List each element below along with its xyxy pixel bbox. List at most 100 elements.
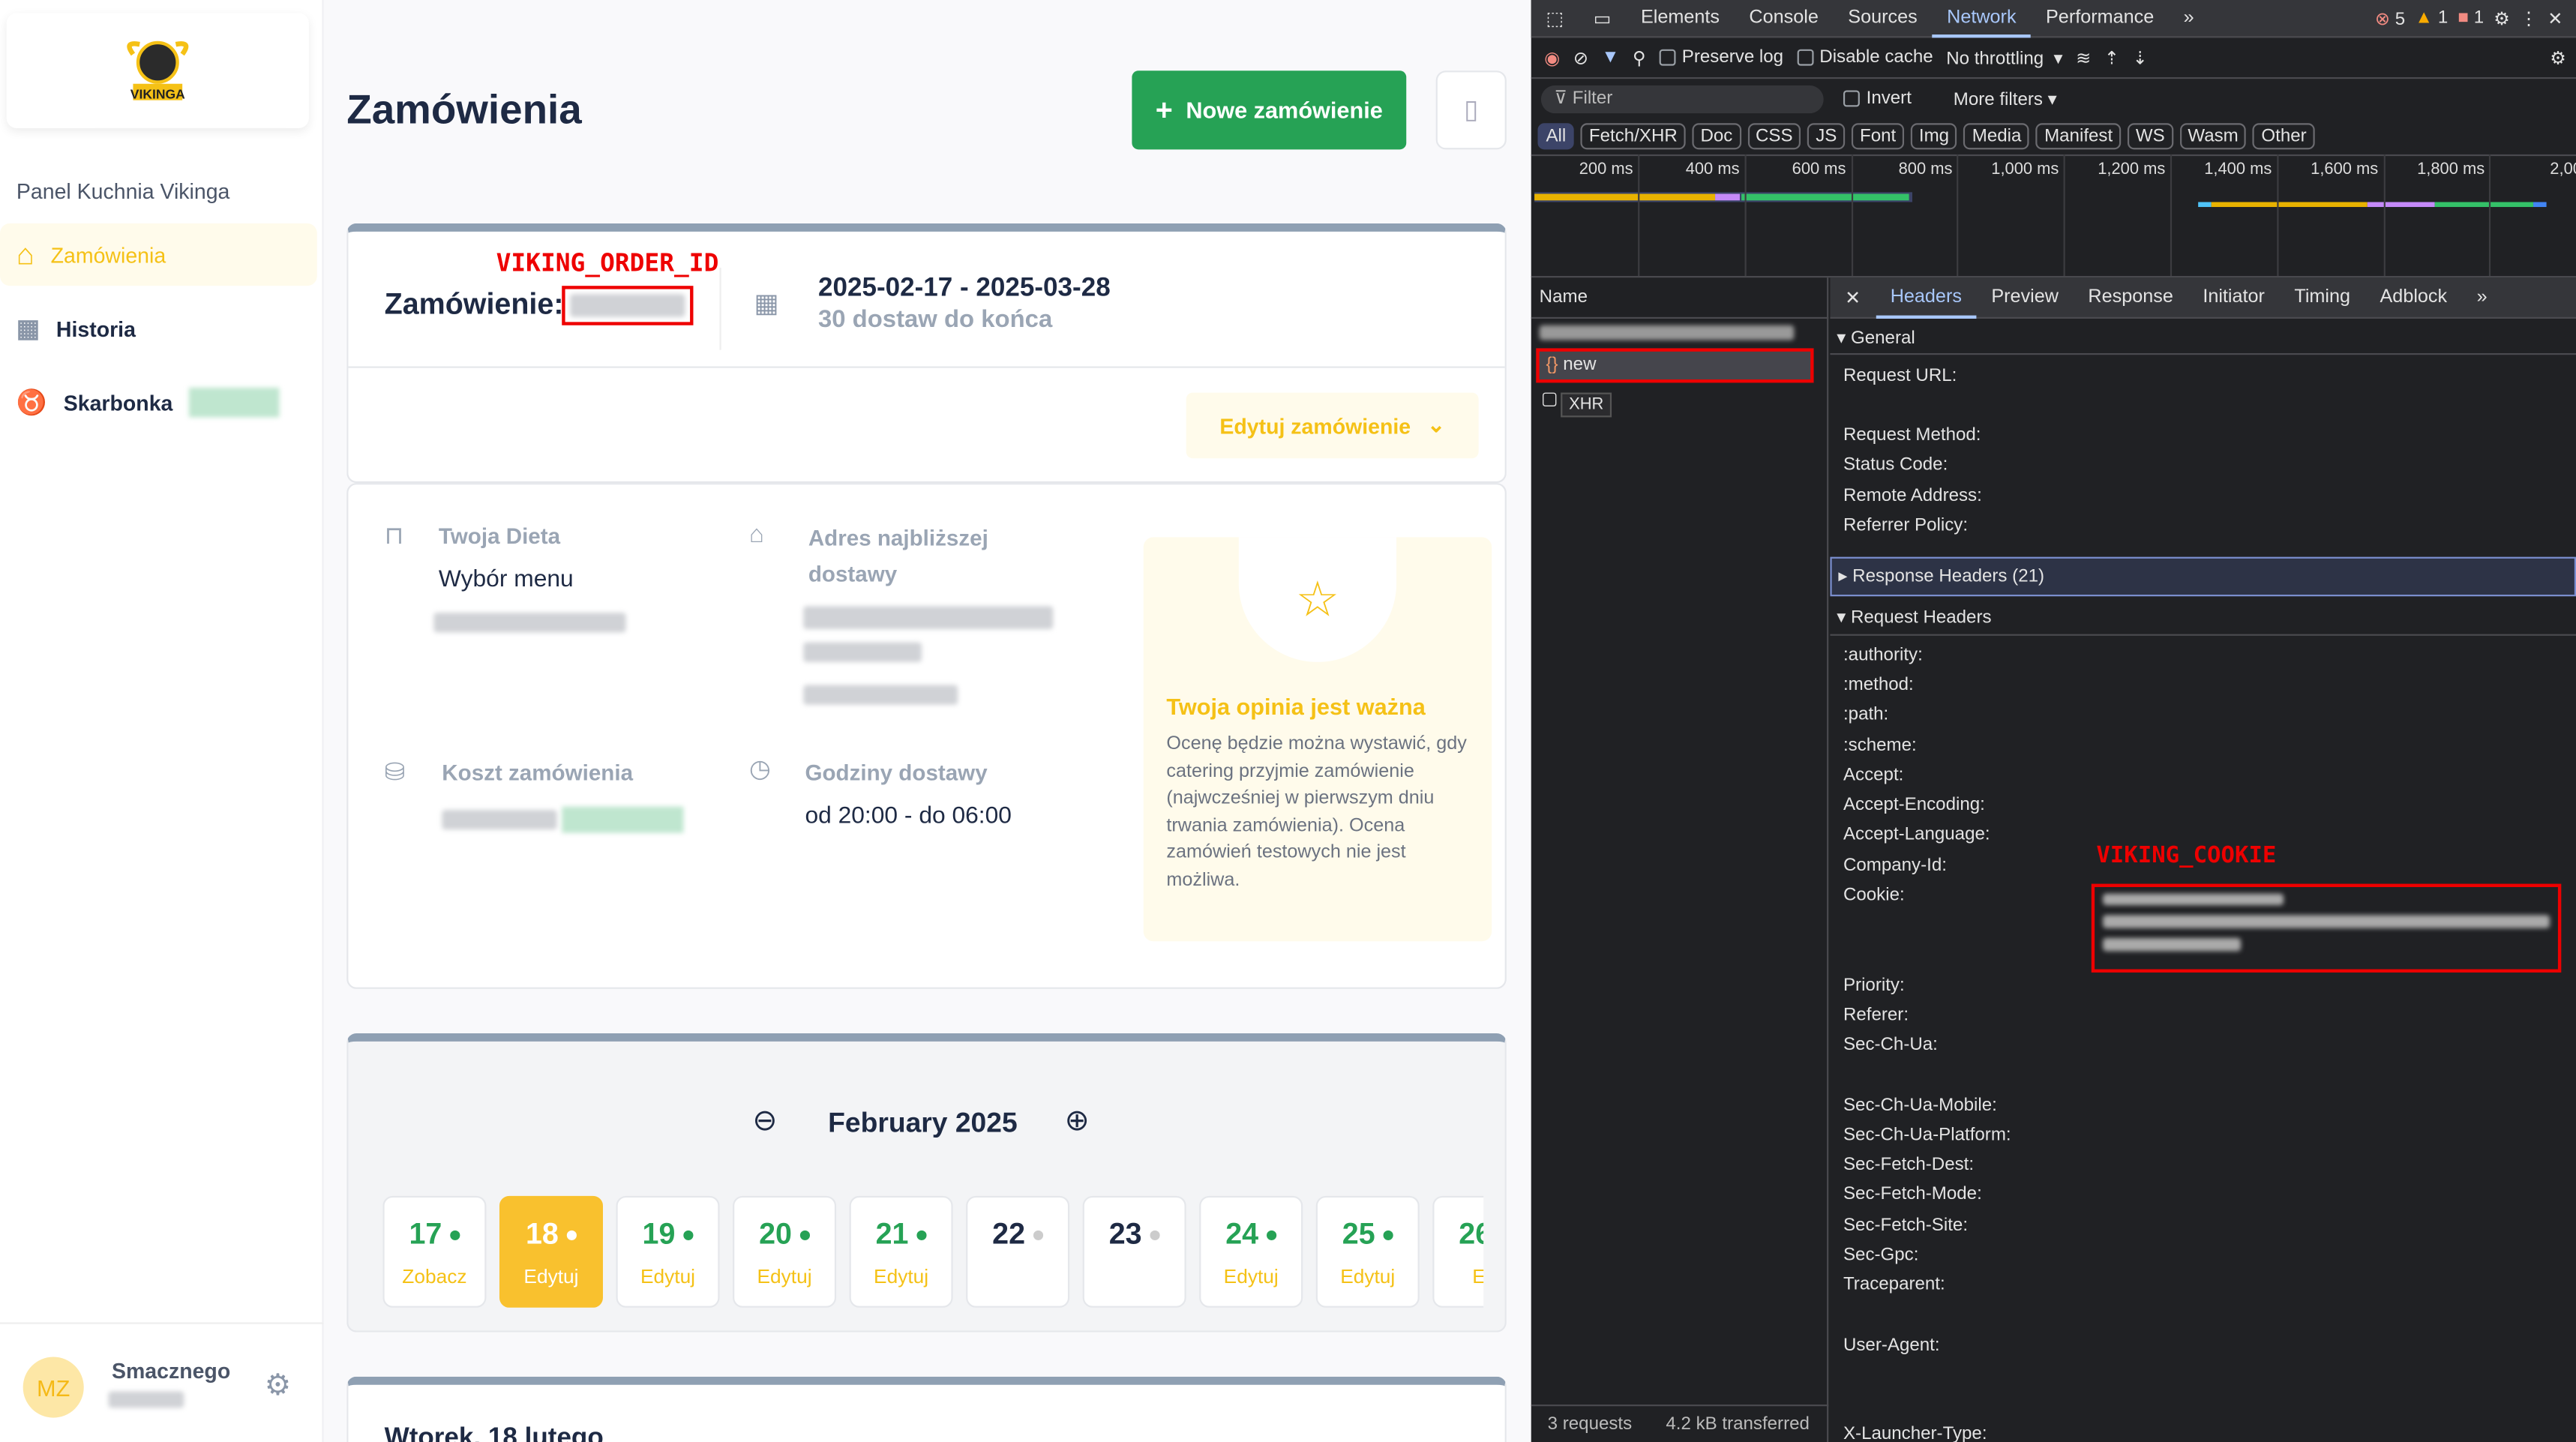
tab-timing[interactable]: Timing [2280,287,2365,307]
filter-input[interactable]: ⊽ Filter [1540,85,1824,114]
svg-text:VIKINGA: VIKINGA [130,86,185,101]
prev-month-button[interactable]: ⊖ [752,1104,777,1138]
tab-elements[interactable]: Elements [1626,8,1734,28]
preserve-log-checkbox[interactable]: Preserve log [1659,48,1783,67]
day-25[interactable]: 25 Edytuj [1315,1195,1420,1308]
day-18[interactable]: 18 Edytuj [499,1195,603,1308]
new-order-button[interactable]: + Nowe zamówienie [1132,70,1407,150]
tab-sources[interactable]: Sources [1834,8,1933,28]
day-action: Edytuj [640,1264,696,1288]
avatar[interactable]: MZ [22,1357,84,1418]
opinion-box: ☆ Twoja opinia jest ważna Ocenę będzie m… [1143,537,1492,942]
address-blurred [803,606,1054,630]
filter-type-css[interactable]: CSS [1747,123,1801,150]
request-count: 3 requests [1547,1414,1633,1435]
response-headers-section-toggle[interactable]: ▸ Response Headers (21) [1830,556,2576,597]
more-options-icon[interactable]: ⋮ [2520,7,2538,28]
status-dot [1267,1231,1277,1241]
invert-checkbox[interactable]: Invert [1843,88,1912,109]
record-icon[interactable]: ◉ [1544,46,1560,68]
tab-initiator[interactable]: Initiator [2188,287,2280,307]
devtools-tabs: ⬚ ▭ Elements Console Sources Network Per… [1531,0,2576,38]
more-filters-dropdown[interactable]: More filters ▾ [1954,88,2057,109]
filter-type-manifest[interactable]: Manifest [2036,123,2122,150]
day-action: Edytuj [1223,1264,1279,1288]
gear-icon[interactable]: ⚙ [265,1369,291,1403]
request-row-blurred[interactable] [1539,325,1795,340]
sidebar-item-orders[interactable]: ⌂ Zamówienia [0,223,317,286]
sidebar: VIKINGA Panel Kuchnia Vikinga ⌂ Zamówien… [0,0,324,1442]
xhr-icon: {} [1546,355,1558,375]
tab-headers[interactable]: Headers [1875,277,1977,318]
network-settings-icon[interactable]: ⚙ [2550,46,2576,68]
bag-button[interactable]: ▯ [1435,70,1507,150]
filter-type-all[interactable]: All [1537,123,1575,150]
close-icon[interactable]: ✕ [1830,286,1876,309]
general-row: Request Method: [1843,425,1981,445]
filter-type-doc[interactable]: Doc [1692,123,1741,150]
more-tabs-icon[interactable]: » [2169,8,2209,28]
sidebar-item-history[interactable]: ▦ Historia [0,298,317,360]
filter-type-fetch-xhr[interactable]: Fetch/XHR [1580,123,1686,150]
timeline-bar [1534,192,1912,202]
request-headers-section-toggle[interactable]: ▾ Request Headers [1837,606,1991,628]
filter-type-media[interactable]: Media [1963,123,2030,150]
request-header-row: :authority: [1843,645,1923,666]
filter-type-wasm[interactable]: Wasm [2179,123,2247,150]
clock-icon: ◷ [748,755,771,784]
inspect-icon[interactable]: ⬚ [1531,7,1579,29]
day-number: 17 [409,1216,442,1250]
warning-count[interactable]: ▲ 1 [2415,8,2448,28]
filter-type-js[interactable]: JS [1807,123,1846,150]
day-number: 24 [1225,1216,1259,1250]
opinion-title: Twoja opinia jest ważna [1166,693,1426,720]
day-21[interactable]: 21 Edytuj [849,1195,953,1308]
error-count[interactable]: ⊗ 5 [2375,7,2405,28]
tab-response[interactable]: Response [2074,287,2188,307]
close-icon[interactable]: ✕ [2548,7,2563,28]
filter-type-font[interactable]: Font [1852,123,1905,150]
filter-icon[interactable]: ▼ [1602,48,1620,67]
next-month-button[interactable]: ⊕ [1065,1104,1090,1138]
day-23[interactable]: 23 [1082,1195,1186,1308]
day-17[interactable]: 17 Zobacz [382,1195,487,1308]
day-20[interactable]: 20 Edytuj [733,1195,837,1308]
day-24[interactable]: 24 Edytuj [1199,1195,1303,1308]
more-tabs-icon[interactable]: » [2462,287,2502,307]
general-row: Status Code: [1843,454,1948,475]
disable-cache-checkbox[interactable]: Disable cache [1796,48,1933,67]
settings-icon[interactable]: ⚙ [2494,7,2510,28]
filter-type-ws[interactable]: WS [2127,123,2173,150]
day-26[interactable]: 26 Ed [1432,1195,1484,1308]
request-header-row: Sec-Ch-Ua: [1843,1035,1938,1055]
logo[interactable]: VIKINGA [6,13,309,128]
device-toolbar-icon[interactable]: ▭ [1579,7,1626,29]
hours-label: Godziny dostawy [805,760,988,786]
tab-network[interactable]: Network [1932,0,2032,37]
timeline-gridline [2063,154,2066,277]
throttling-select[interactable]: No throttling ▾ [1946,46,2062,68]
filter-type-other[interactable]: Other [2253,123,2315,150]
search-icon[interactable]: ⚲ [1633,46,1646,68]
order-card: VIKING_ORDER_ID Zamówienie: ▦ 2025-02-17… [346,223,1507,484]
day-22[interactable]: 22 [966,1195,1070,1308]
tab-adblock[interactable]: Adblock [2365,287,2462,307]
day-19[interactable]: 19 Edytuj [616,1195,720,1308]
network-conditions-icon[interactable]: ≋ [2076,46,2091,68]
edit-order-dropdown[interactable]: Edytuj zamówienie ⌄ [1186,392,1479,459]
download-icon[interactable]: ⇣ [2133,46,2148,68]
filter-type-img[interactable]: Img [1910,123,1958,150]
clear-icon[interactable]: ⊘ [1573,46,1588,68]
calendar-icon: ▦ [754,290,779,319]
issue-count[interactable]: ■ 1 [2458,8,2484,28]
sidebar-item-piggy-bank[interactable]: ♉ Skarbonka [0,371,317,433]
cost-label: Koszt zamówienia [442,760,634,786]
upload-icon[interactable]: ⇡ [2104,46,2119,68]
tab-performance[interactable]: Performance [2031,8,2169,28]
request-row-new[interactable]: {} new [1536,348,1814,383]
tab-console[interactable]: Console [1735,8,1834,28]
general-section-toggle[interactable]: ▾ General [1837,327,1915,348]
request-header-row: Priority: [1843,976,1905,996]
name-column-header[interactable]: Name [1540,287,1588,307]
tab-preview[interactable]: Preview [1977,287,2074,307]
